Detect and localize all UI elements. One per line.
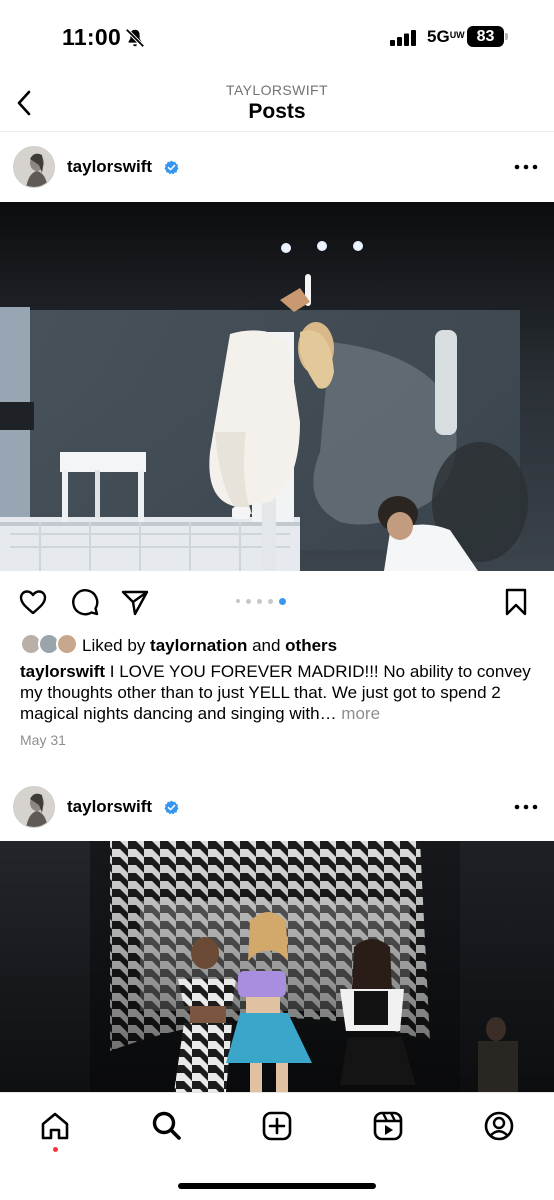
home-icon[interactable]	[38, 1109, 72, 1143]
create-post-icon[interactable]	[260, 1109, 294, 1143]
network-suffix: UW	[449, 30, 465, 40]
bookmark-icon[interactable]	[500, 586, 532, 618]
battery-tip	[505, 33, 508, 40]
post-header: taylorswift	[0, 133, 554, 203]
post-caption: taylorswift I LOVE YOU FOREVER MADRID!!!…	[20, 661, 536, 724]
post-header: taylorswift	[0, 772, 554, 842]
post-username[interactable]: taylorswift	[67, 157, 152, 177]
avatar[interactable]	[13, 146, 55, 188]
battery-indicator: 83	[467, 26, 509, 47]
likes-others[interactable]: others	[285, 636, 337, 655]
network-type: 5G	[427, 27, 450, 46]
comment-icon[interactable]	[69, 586, 101, 618]
reels-icon[interactable]	[371, 1109, 405, 1143]
carousel-dot	[268, 598, 273, 604]
header-account-name: TAYLORSWIFT	[226, 82, 328, 98]
search-icon[interactable]	[150, 1109, 184, 1143]
caption-more-link[interactable]: more	[337, 704, 380, 723]
carousel-dot	[257, 598, 262, 604]
caption-username[interactable]: taylorswift	[20, 662, 105, 681]
carousel-dot-active	[279, 597, 286, 605]
profile-icon[interactable]	[482, 1109, 516, 1143]
likes-joiner: and	[247, 636, 286, 655]
likes-row[interactable]: Liked by taylornation and others	[20, 633, 540, 659]
bottom-nav	[0, 1092, 554, 1200]
carousel-indicator	[236, 596, 286, 606]
status-bar: 11:00 5GUW 83	[0, 0, 554, 72]
carousel-dot	[246, 598, 251, 604]
status-time: 11:00	[62, 24, 122, 50]
verified-badge-icon	[164, 800, 179, 815]
signal-icon	[390, 30, 416, 46]
liker-avatars	[20, 633, 80, 657]
bell-off-icon	[125, 28, 145, 48]
liker-avatar	[56, 633, 78, 655]
carousel-dot	[236, 599, 240, 603]
battery-level: 83	[467, 26, 504, 47]
notification-dot	[53, 1147, 58, 1152]
post-image[interactable]	[0, 841, 554, 1092]
post-username[interactable]: taylorswift	[67, 797, 152, 817]
likes-prefix: Liked by	[82, 636, 151, 655]
post-actions	[0, 582, 554, 622]
likes-text: Liked by taylornation and others	[82, 636, 337, 656]
liker-name[interactable]: taylornation	[150, 636, 247, 655]
post-date: May 31	[20, 732, 66, 748]
more-horizontal-icon[interactable]	[514, 162, 538, 172]
send-icon[interactable]	[119, 586, 151, 618]
more-horizontal-icon[interactable]	[514, 802, 538, 812]
verified-badge-icon	[164, 160, 179, 175]
heart-icon[interactable]	[17, 586, 49, 618]
home-indicator	[178, 1183, 376, 1189]
page-title: Posts	[248, 100, 306, 123]
top-header: TAYLORSWIFT Posts	[0, 72, 554, 132]
avatar[interactable]	[13, 786, 55, 828]
network-label: 5GUW	[427, 27, 465, 47]
post-image[interactable]	[0, 202, 554, 571]
